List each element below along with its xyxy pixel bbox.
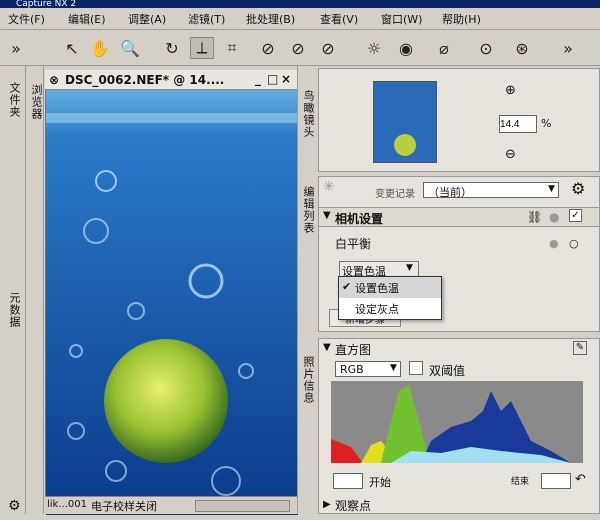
menu-view[interactable]: 查看(V) <box>320 11 358 27</box>
wb-option-label: 设定灰点 <box>355 303 399 316</box>
menu-adjust[interactable]: 调整(A) <box>128 11 166 27</box>
expand-icon[interactable]: ▶ <box>323 499 331 510</box>
title-bar: Capture NX 2 <box>0 0 600 8</box>
start-label: 开始 <box>369 476 391 489</box>
reset-icon[interactable]: ↶ <box>575 472 586 487</box>
history-value: （当前） <box>428 186 472 199</box>
lasso-icon[interactable]: ⌀ <box>432 37 456 59</box>
image-window <box>45 70 298 515</box>
browser-strip: 浏览器 <box>26 66 44 514</box>
toolbar: » ↖ ✋ 🔍 ↻ ⟂ ⌗ ⊘ ⊘ ⊘ ☼ ◉ ⌀ ⊙ ⊛ » <box>0 30 600 66</box>
browser-tab[interactable]: 浏览器 <box>28 84 44 120</box>
wb-option-set-temp[interactable]: ✔ 设置色温 <box>339 277 441 298</box>
wb-option-gray-point[interactable]: 设定灰点 <box>339 298 441 319</box>
white-balance-label: 白平衡 <box>335 237 372 251</box>
spark-icon: ✳ <box>323 179 335 195</box>
proof-status: 电子校样关闭 <box>91 500 157 513</box>
photo-info-tab[interactable]: 照片信息 <box>300 356 316 404</box>
settings-gear-icon[interactable]: ⚙ <box>571 179 585 198</box>
histogram-chart <box>331 381 583 463</box>
straighten-icon[interactable]: ⟂ <box>190 37 214 59</box>
arrow-icon[interactable]: ↖ <box>60 37 84 59</box>
menu-edit[interactable]: 编辑(E) <box>68 11 106 27</box>
histogram-title: 直方图 <box>335 343 372 357</box>
section-title: 相机设置 <box>335 212 384 226</box>
eyedropper-black-icon[interactable]: ⊘ <box>256 37 280 59</box>
enable-checkbox[interactable]: ✓ <box>569 209 582 222</box>
image-status-bar: lik...001 电子校样关闭 <box>45 496 297 514</box>
end-input[interactable] <box>541 473 571 489</box>
channel-value: RGB <box>340 363 364 376</box>
camera-settings-header[interactable]: ▼ 相机设置 ⛓ ● ✓ <box>319 207 599 227</box>
photo-canvas[interactable] <box>46 71 298 515</box>
app-title: Capture NX 2 <box>16 0 77 8</box>
edit-list-tab[interactable]: 编辑列表 <box>300 186 316 234</box>
chevron-down-icon: ▼ <box>548 184 555 194</box>
maximize-icon[interactable]: □ <box>267 72 278 86</box>
menu-batch[interactable]: 批处理(B) <box>246 11 295 27</box>
control-point-icon[interactable]: ⊙ <box>474 37 498 59</box>
metadata-tab[interactable]: 元数据 <box>6 292 22 328</box>
wb-dropdown-menu: ✔ 设置色温 设定灰点 <box>338 276 442 320</box>
birdseye-panel: ⊕ % ⊖ <box>318 68 600 172</box>
folders-tab[interactable]: 文件夹 <box>6 82 22 118</box>
toggle-dot-icon[interactable]: ● <box>549 210 559 224</box>
wb-radio[interactable]: ○ <box>569 237 579 250</box>
menu-window[interactable]: 窗口(W) <box>381 11 422 27</box>
left-sidebar: 文件夹 元数据 ⚙ <box>0 66 26 514</box>
start-input[interactable] <box>333 473 363 489</box>
right-tab-strip: 鸟瞰镜头 编辑列表 照片信息 <box>297 66 315 514</box>
menu-help[interactable]: 帮助(H) <box>442 11 481 27</box>
birdseye-thumbnail[interactable] <box>373 81 437 163</box>
end-label: 结束 <box>511 477 530 487</box>
collapse-icon[interactable]: ▼ <box>323 210 331 221</box>
next-section-label: 观察点 <box>335 499 372 513</box>
eyedropper-white-icon[interactable]: ⊘ <box>316 37 340 59</box>
wb-dropdown[interactable]: 设置色温 ▼ <box>339 261 419 278</box>
zoom-in-icon[interactable]: ⊕ <box>505 83 516 98</box>
threshold-label: 双阈值 <box>429 364 466 378</box>
image-window-title: ⊗ DSC_0062.NEF* @ 14.... _ □ × <box>45 70 297 90</box>
history-label: 变更记录 <box>375 189 415 200</box>
color-control-point-icon[interactable]: ⊛ <box>510 37 534 59</box>
menu-file[interactable]: 文件(F) <box>8 11 45 27</box>
crop-icon[interactable]: ⌗ <box>220 37 244 59</box>
hand-icon[interactable]: ✋ <box>88 37 112 59</box>
chevron-down-icon: ▼ <box>390 363 397 373</box>
chevron-down-icon: ▼ <box>406 263 413 273</box>
zoom-unit: % <box>541 117 552 130</box>
history-dropdown[interactable]: （当前） ▼ <box>423 182 559 199</box>
channel-dropdown[interactable]: RGB ▼ <box>335 361 401 377</box>
minimize-icon[interactable]: _ <box>255 72 261 86</box>
document-icon: ⊗ <box>49 73 60 87</box>
auto-retouch-icon[interactable]: ◉ <box>394 37 418 59</box>
threshold-checkbox[interactable] <box>409 361 423 375</box>
menu-filter[interactable]: 滤镜(T) <box>188 11 225 27</box>
zoom-input[interactable] <box>499 115 537 133</box>
birdseye-tab[interactable]: 鸟瞰镜头 <box>300 90 316 138</box>
menu-bar: 文件(F) 编辑(E) 调整(A) 滤镜(T) 批处理(B) 查看(V) 窗口(… <box>0 8 600 30</box>
eyedropper-icon[interactable]: ✎ <box>573 341 587 355</box>
zoom-out-icon[interactable]: ⊖ <box>505 147 516 162</box>
collapse-icon[interactable]: ▼ <box>323 342 331 353</box>
wb-dot-icon[interactable]: ● <box>549 237 559 250</box>
wb-option-label: 设置色温 <box>355 282 399 295</box>
image-title: DSC_0062.NEF* @ 14.... <box>65 73 225 87</box>
rotate-icon[interactable]: ↻ <box>160 37 184 59</box>
horizontal-scrollbar[interactable] <box>195 500 290 512</box>
eyedropper-gray-icon[interactable]: ⊘ <box>286 37 310 59</box>
checkmark-icon: ✔ <box>342 280 352 293</box>
expand-toolbar-icon[interactable]: » <box>556 37 580 59</box>
photo-info-panel: ▼ 直方图 ✎ RGB ▼ 双阈值 开始 结束 ↶ ▶ 观察点 <box>318 338 600 514</box>
red-eye-icon[interactable]: ☼ <box>362 37 386 59</box>
link-icon[interactable]: ⛓ <box>527 210 542 224</box>
thumbnail-apple <box>394 134 416 156</box>
expand-panel-icon[interactable]: » <box>4 37 28 59</box>
zoom-icon[interactable]: 🔍 <box>118 37 142 59</box>
close-icon[interactable]: × <box>281 72 291 86</box>
gear-icon[interactable]: ⚙ <box>8 498 21 514</box>
status-file: lik...001 <box>47 499 87 510</box>
